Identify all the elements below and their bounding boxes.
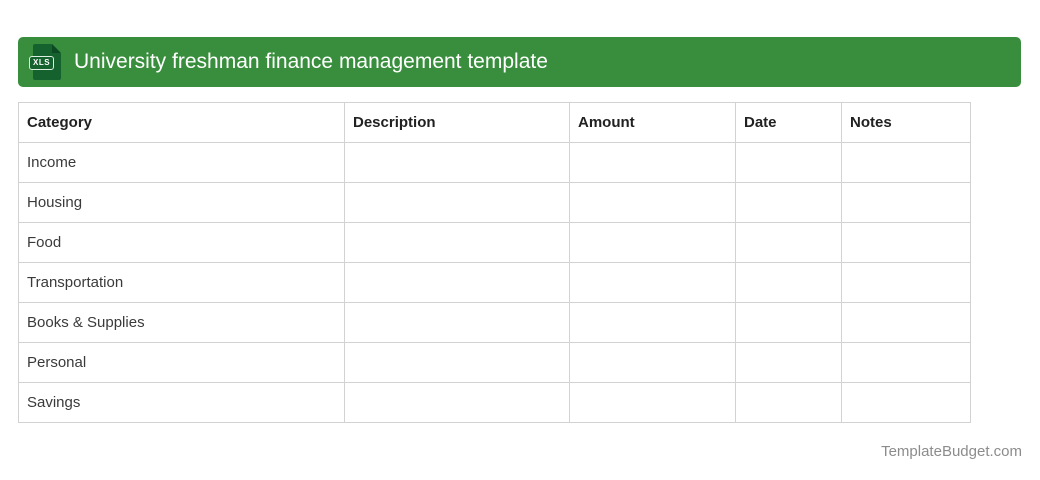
notes-cell[interactable] xyxy=(841,302,971,343)
table-header-row: Category Description Amount Date Notes xyxy=(18,102,971,143)
xls-file-icon: XLS xyxy=(29,44,61,80)
date-cell[interactable] xyxy=(735,342,842,383)
date-cell[interactable] xyxy=(735,222,842,263)
date-cell[interactable] xyxy=(735,302,842,343)
date-cell[interactable] xyxy=(735,382,842,423)
template-header-bar: XLS University freshman finance manageme… xyxy=(18,37,1021,87)
description-cell[interactable] xyxy=(344,382,570,423)
description-cell[interactable] xyxy=(344,302,570,343)
column-header-description: Description xyxy=(344,102,570,143)
column-header-amount: Amount xyxy=(569,102,736,143)
amount-cell[interactable] xyxy=(569,222,736,263)
notes-cell[interactable] xyxy=(841,142,971,183)
page-title: University freshman finance management t… xyxy=(74,50,548,73)
table-row: Personal xyxy=(18,342,971,383)
amount-cell[interactable] xyxy=(569,342,736,383)
notes-cell[interactable] xyxy=(841,382,971,423)
notes-cell[interactable] xyxy=(841,262,971,303)
date-cell[interactable] xyxy=(735,142,842,183)
notes-cell[interactable] xyxy=(841,182,971,223)
table-row: Housing xyxy=(18,182,971,223)
description-cell[interactable] xyxy=(344,182,570,223)
date-cell[interactable] xyxy=(735,182,842,223)
page: XLS University freshman finance manageme… xyxy=(0,0,1040,480)
category-cell: Income xyxy=(18,142,345,183)
table-row: Income xyxy=(18,142,971,183)
column-header-notes: Notes xyxy=(841,102,971,143)
category-cell: Books & Supplies xyxy=(18,302,345,343)
amount-cell[interactable] xyxy=(569,302,736,343)
category-cell: Personal xyxy=(18,342,345,383)
description-cell[interactable] xyxy=(344,262,570,303)
date-cell[interactable] xyxy=(735,262,842,303)
description-cell[interactable] xyxy=(344,222,570,263)
notes-cell[interactable] xyxy=(841,342,971,383)
budget-table: Category Description Amount Date Notes I… xyxy=(18,102,971,423)
xls-file-fold xyxy=(52,44,61,53)
amount-cell[interactable] xyxy=(569,262,736,303)
category-cell: Transportation xyxy=(18,262,345,303)
amount-cell[interactable] xyxy=(569,142,736,183)
column-header-category: Category xyxy=(18,102,345,143)
column-header-date: Date xyxy=(735,102,842,143)
description-cell[interactable] xyxy=(344,342,570,383)
table-row: Savings xyxy=(18,382,971,423)
amount-cell[interactable] xyxy=(569,382,736,423)
xls-icon-label: XLS xyxy=(29,56,55,70)
category-cell: Savings xyxy=(18,382,345,423)
table-row: Books & Supplies xyxy=(18,302,971,343)
site-credit: TemplateBudget.com xyxy=(881,443,1022,460)
table-row: Food xyxy=(18,222,971,263)
table-row: Transportation xyxy=(18,262,971,303)
category-cell: Food xyxy=(18,222,345,263)
description-cell[interactable] xyxy=(344,142,570,183)
notes-cell[interactable] xyxy=(841,222,971,263)
amount-cell[interactable] xyxy=(569,182,736,223)
category-cell: Housing xyxy=(18,182,345,223)
